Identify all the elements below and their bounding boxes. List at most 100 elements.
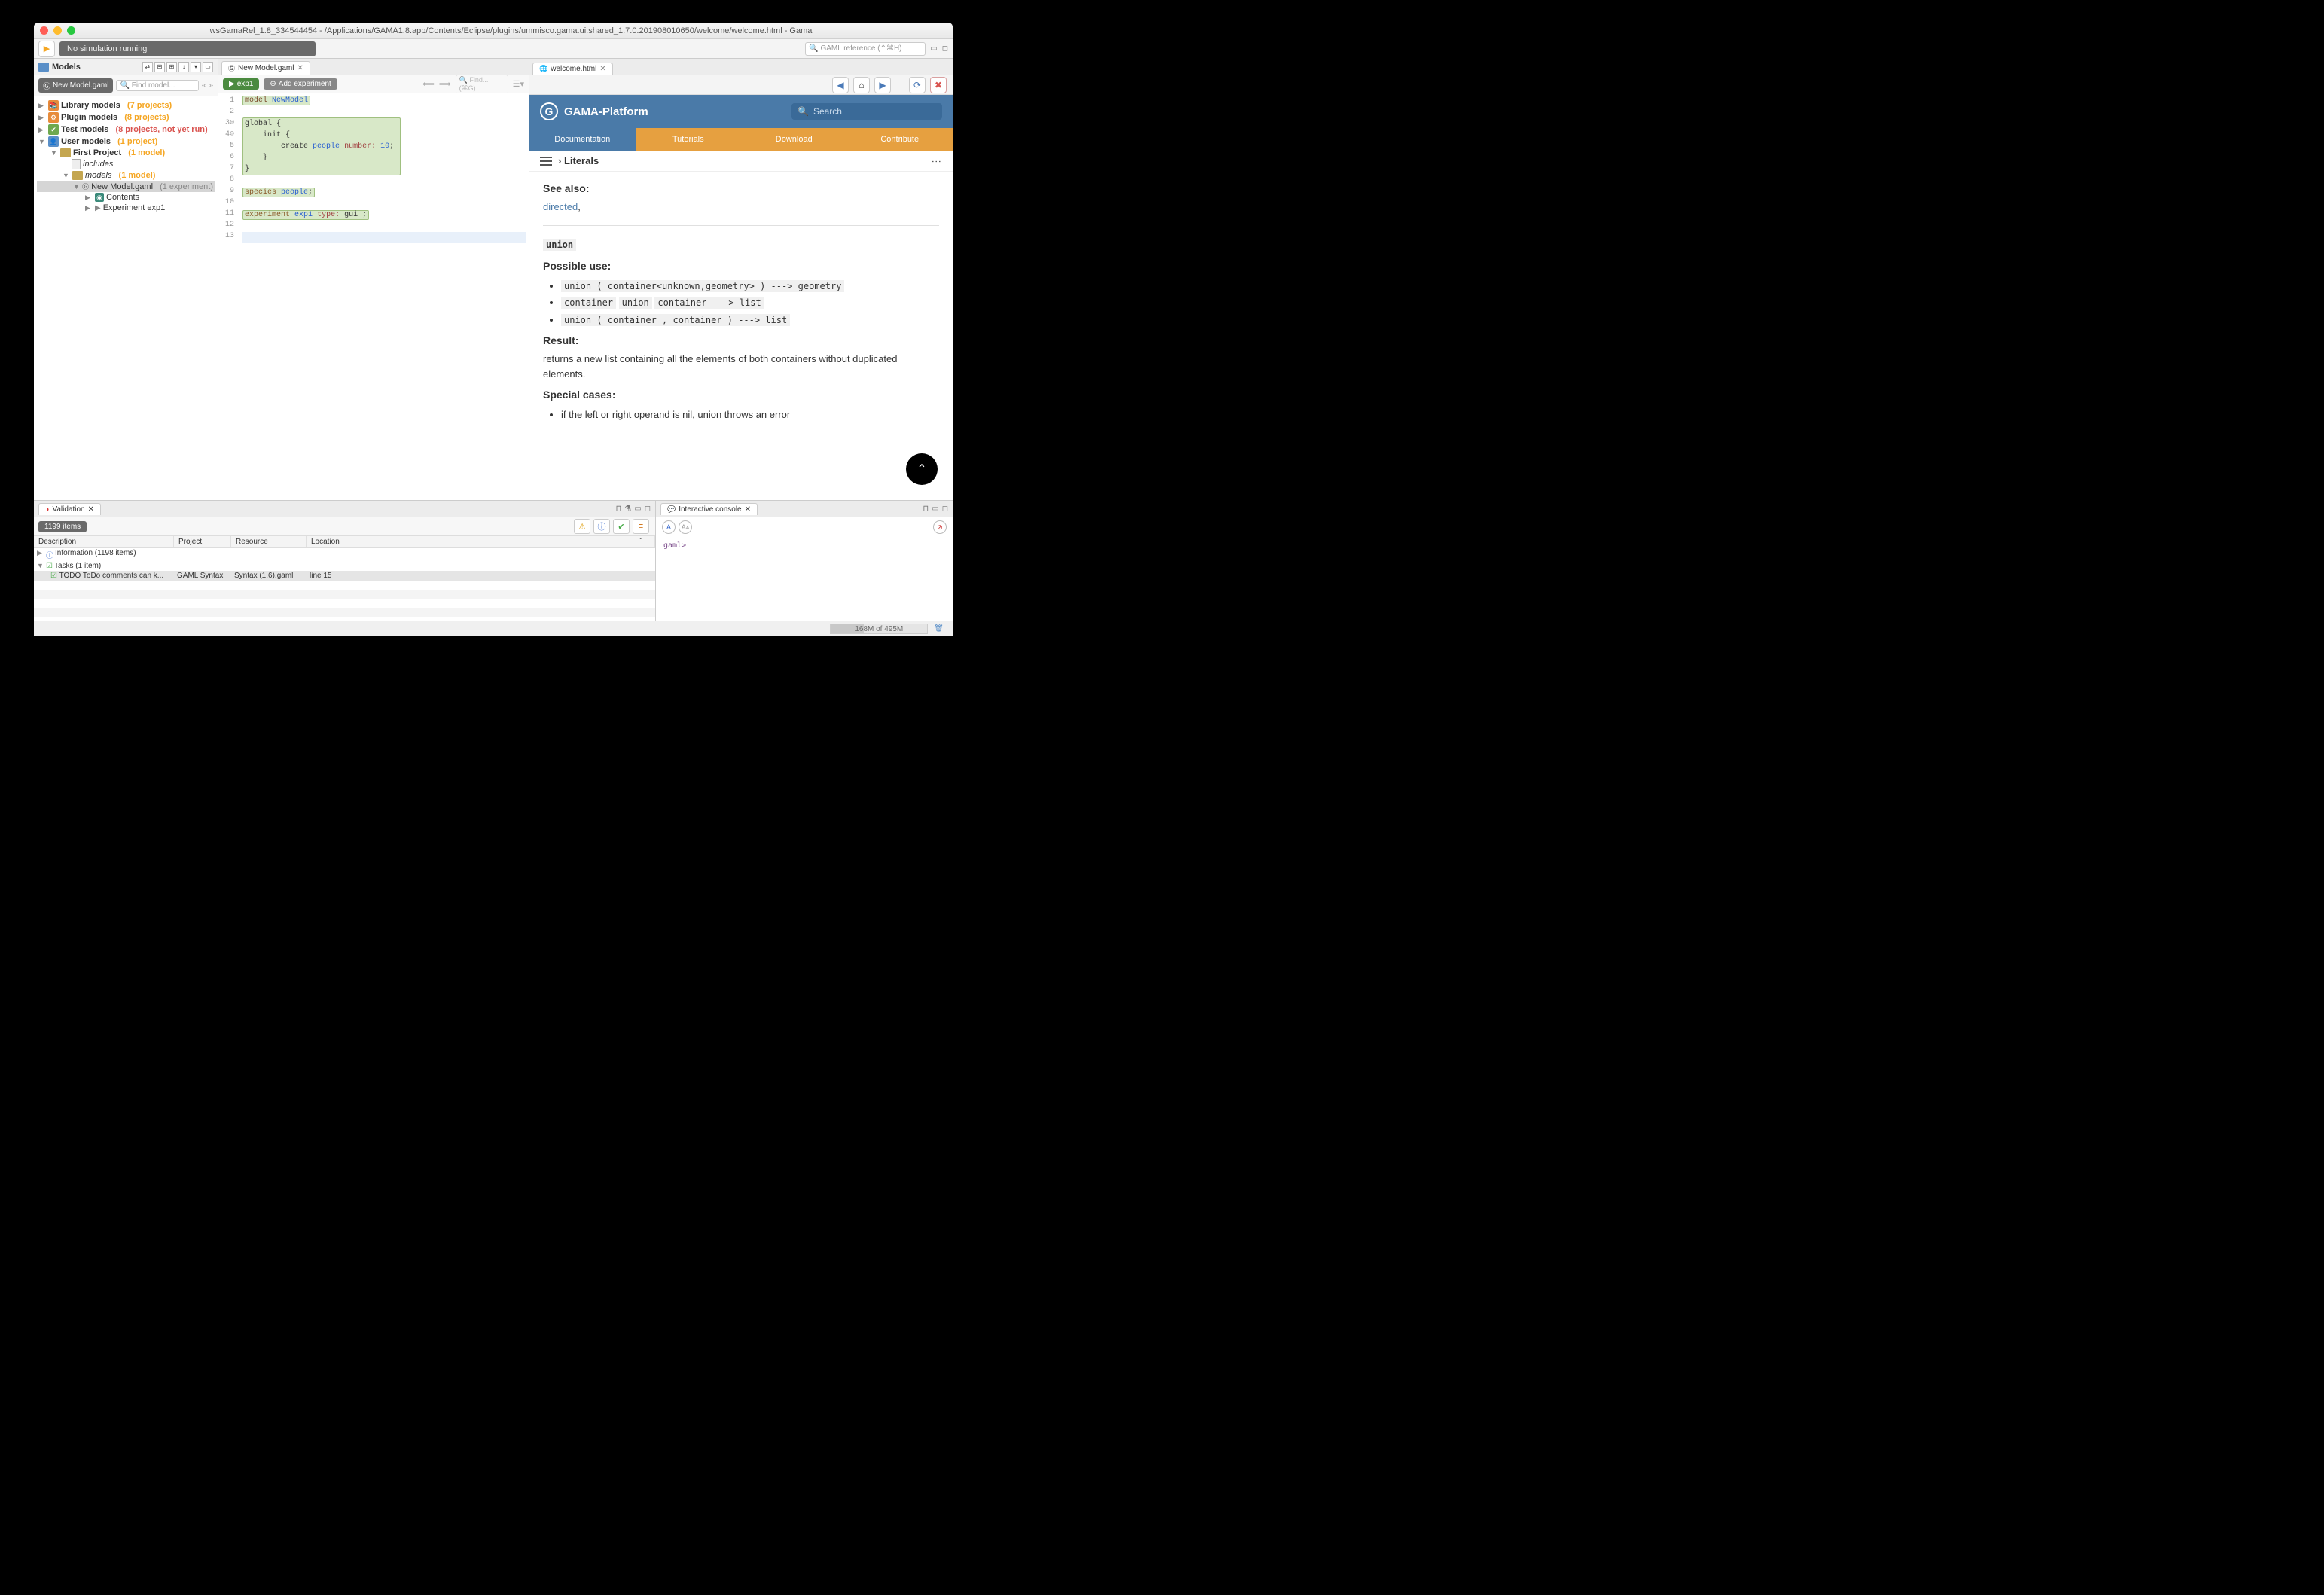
add-experiment-button[interactable]: ⊕ Add experiment — [264, 78, 337, 90]
active-model-chip[interactable]: ⒼNew Model.gaml — [38, 78, 113, 93]
tree-item-model-file[interactable]: ▼Ⓖ New Model.gaml (1 experiment) — [37, 181, 215, 192]
items-count-badge: 1199 items — [38, 521, 87, 532]
globe-icon: ◉ — [95, 193, 104, 202]
tree-item-user[interactable]: ▼👤 User models (1 project) — [37, 136, 215, 148]
project-folder-icon — [60, 148, 71, 157]
line-gutter: 12 3⊖4⊖ 56 78 910 1112 13 — [218, 93, 239, 500]
validation-tab[interactable]: ◑ Validation ✕ — [38, 503, 101, 515]
scroll-to-top-button[interactable]: ⌃ — [906, 453, 938, 485]
nav-download[interactable]: Download — [741, 128, 847, 151]
nav-back-icon[interactable]: ⟸ — [422, 79, 435, 89]
editor-tab[interactable]: Ⓖ New Model.gaml ✕ — [221, 61, 310, 75]
link-directed[interactable]: directed — [543, 201, 578, 212]
close-tab-icon[interactable]: ✕ — [599, 65, 605, 73]
tree-item-includes[interactable]: includes — [37, 158, 215, 170]
welcome-tab[interactable]: 🌐 welcome.html ✕ — [532, 63, 613, 75]
gama-search-input[interactable]: 🔍 Search — [791, 103, 942, 120]
close-tab-icon[interactable]: ✕ — [745, 505, 751, 514]
models-view-header: Models ⇄ ⊟ ⊞ ↓ ▾ ▭ — [34, 59, 218, 75]
console-btn-a[interactable]: A — [662, 520, 676, 534]
info-filter-button[interactable]: ⓘ — [593, 519, 610, 534]
gama-title: GAMA-Platform — [564, 105, 785, 118]
statusbar: 168M of 495M 🗑 — [34, 621, 953, 636]
tree-item-experiment[interactable]: ▶▶ Experiment exp1 — [37, 203, 215, 213]
nav-contribute[interactable]: Contribute — [847, 128, 953, 151]
gama-logo-icon: G — [540, 102, 558, 120]
browser-refresh-button[interactable]: ⟳ — [909, 77, 926, 93]
play-button[interactable]: ▶ — [38, 41, 55, 57]
run-experiment-button[interactable]: ▶ exp1 — [223, 78, 259, 90]
max-console-icon[interactable]: ◻ — [942, 505, 948, 513]
nav-tutorials[interactable]: Tutorials — [636, 128, 742, 151]
validation-table-header: Description Project Resource Locationˆ — [34, 535, 655, 548]
browser-back-button[interactable]: ◀ — [832, 77, 849, 93]
browser-forward-button[interactable]: ▶ — [874, 77, 891, 93]
main-toolbar: ▶ No simulation running 🔍 GAML reference… — [34, 39, 953, 59]
console-tab[interactable]: 💬 Interactive console ✕ — [660, 503, 758, 515]
close-window-button[interactable] — [40, 26, 48, 35]
maximize-window-button[interactable] — [67, 26, 75, 35]
validation-row-tasks[interactable]: ▼☑Tasks (1 item) — [34, 561, 655, 571]
import-button[interactable]: ↓ — [178, 62, 189, 72]
outline-toggle-icon[interactable]: ☰▾ — [513, 79, 524, 89]
console-btn-aa[interactable]: Aᴀ — [679, 520, 692, 534]
list-view-button[interactable]: ≡ — [633, 519, 649, 534]
app-window: wsGamaRel_1.8_334544454 - /Applications/… — [34, 23, 953, 636]
gaml-reference-search[interactable]: 🔍 GAML reference (⌃⌘H) — [805, 42, 926, 56]
warnings-filter-button[interactable]: ⚠ — [574, 519, 590, 534]
console-prompt: gaml> — [663, 541, 686, 550]
simulation-status: No simulation running — [59, 41, 316, 56]
code-editor[interactable]: model NewModel global { init { create pe… — [239, 93, 529, 500]
nav-fwd-icon[interactable]: ⟹ — [439, 79, 451, 89]
find-model-input[interactable]: 🔍 Find model... — [116, 80, 198, 91]
pin-console-icon[interactable]: ⊓ — [923, 505, 929, 513]
max-panel-icon[interactable]: ◻ — [645, 505, 651, 513]
find-in-file-input[interactable]: 🔍 Find... (⌘G) — [456, 75, 508, 94]
tree-item-models-folder[interactable]: ▼ models (1 model) — [37, 170, 215, 181]
memory-meter[interactable]: 168M of 495M — [830, 624, 928, 634]
min-view-button[interactable]: ▭ — [203, 62, 213, 72]
link-editor-button[interactable]: ⇄ — [142, 62, 153, 72]
filter-icon[interactable]: ⚗ — [624, 505, 631, 513]
tree-item-first-project[interactable]: ▼ First Project (1 model) — [37, 148, 215, 158]
close-tab-icon[interactable]: ✕ — [297, 64, 303, 72]
gc-button[interactable]: 🗑 — [934, 624, 944, 633]
nav-documentation[interactable]: Documentation — [529, 128, 636, 151]
collapse-button[interactable]: ⊟ — [154, 62, 165, 72]
minimize-icon[interactable]: ▭ — [930, 44, 937, 53]
console-icon: 💬 — [667, 505, 676, 514]
special-case-item: if the left or right operand is nil, uni… — [561, 407, 939, 422]
models-tree[interactable]: ▶📚 Library models (7 projects) ▶⚙ Plugin… — [34, 96, 218, 500]
console-clear-button[interactable]: ⊘ — [933, 520, 947, 534]
tree-item-library[interactable]: ▶📚 Library models (7 projects) — [37, 99, 215, 111]
user-icon: 👤 — [48, 136, 59, 147]
browser-stop-button[interactable]: ✖ — [930, 77, 947, 93]
library-icon: 📚 — [48, 100, 59, 111]
console-output[interactable]: gaml> — [656, 537, 953, 621]
plugin-icon: ⚙ — [48, 112, 59, 123]
maximize-icon[interactable]: ◻ — [942, 44, 948, 53]
validation-row-info[interactable]: ▶ⓘInformation (1198 items) — [34, 548, 655, 561]
see-also-heading: See also: — [543, 181, 939, 197]
tree-item-contents[interactable]: ▶◉ Contents — [37, 192, 215, 203]
browser-home-button[interactable]: ⌂ — [853, 77, 870, 93]
validation-icon: ◑ — [45, 505, 49, 513]
minimize-window-button[interactable] — [53, 26, 62, 35]
ok-filter-button[interactable]: ✔ — [613, 519, 630, 534]
min-panel-icon[interactable]: ▭ — [634, 505, 641, 513]
usage-item: union ( container , container ) ---> lis… — [561, 313, 939, 328]
validation-row-todo[interactable]: ☑ TODO ToDo comments can k... GAML Synta… — [34, 571, 655, 581]
menu-button[interactable]: ▾ — [191, 62, 201, 72]
prev-model-button[interactable]: « — [202, 81, 206, 90]
min-console-icon[interactable]: ▭ — [932, 505, 938, 513]
new-button[interactable]: ⊞ — [166, 62, 177, 72]
test-icon: ✔ — [48, 124, 59, 135]
doc-content-area[interactable]: › Literals ⋮ See also: directed, union P… — [529, 151, 953, 500]
tree-item-test[interactable]: ▶✔ Test models (8 projects, not yet run) — [37, 124, 215, 136]
tree-item-plugin[interactable]: ▶⚙ Plugin models (8 projects) — [37, 111, 215, 124]
menu-icon[interactable] — [540, 157, 552, 166]
more-menu-icon[interactable]: ⋮ — [931, 157, 942, 165]
pin-icon[interactable]: ⊓ — [615, 505, 621, 513]
close-tab-icon[interactable]: ✕ — [88, 505, 94, 514]
next-model-button[interactable]: » — [209, 81, 213, 90]
